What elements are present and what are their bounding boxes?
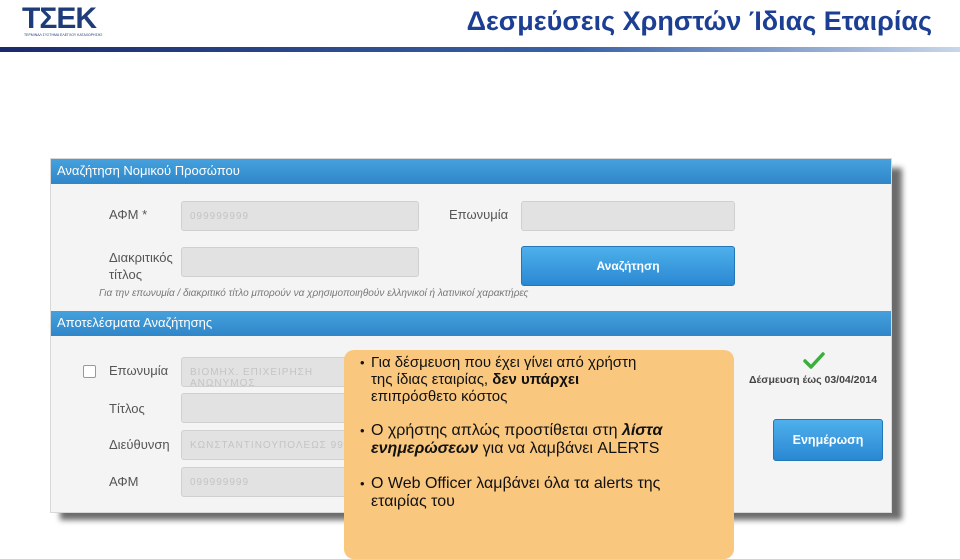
result-titlos-label: Τίτλος (109, 401, 145, 416)
update-button[interactable]: Ενημέρωση (773, 419, 883, 461)
search-hint: Για την επωνυμία / διακριτικό τίτλο μπορ… (99, 288, 529, 299)
diakritikos-label: Διακριτικός τίτλος (109, 249, 173, 283)
result-dieuthinsi-field: ΚΩΝΣΤΑΝΤΙΝΟΥΠΟΛΕΩΣ 99 (181, 430, 361, 460)
result-dieuthinsi-label: Διεύθυνση (109, 437, 170, 452)
callout-emphasis: λίστα (621, 422, 663, 439)
result-eponymia-label: Επωνυμία (109, 363, 169, 378)
diakritikos-label-line1: Διακριτικός (109, 250, 173, 265)
callout-bullet-3: • Ο Web Officer λαμβάνει όλα τα alerts τη… (360, 475, 734, 511)
logo: ΤΣΕΚ ΤΕΡΜΙΝΑΛ ΣΥΣΤΗΜΑ ΕΛΕΓΧΟΥ ΚΑΤΑΧΩΡΗΣΗ… (22, 2, 112, 40)
callout-text: Ο χρήστης απλώς προστίθεται στη (371, 422, 622, 439)
search-button[interactable]: Αναζήτηση (521, 246, 735, 286)
result-eponymia-field: ΒΙΟΜΗΧ. ΕΠΙΧΕΙΡΗΣΗ ΑΝΩΝΥΜΟΣ (181, 357, 361, 387)
callout-line: • Ο Web Officer λαμβάνει όλα τα alerts τη… (360, 475, 734, 493)
bullet-dot: • (360, 355, 365, 370)
callout-text: επιπρόσθετο κόστος (371, 388, 508, 405)
callout-emphasis: ενημερώσεων (371, 440, 479, 457)
eponymia-input[interactable] (521, 201, 735, 231)
callout-emphasis: δεν υπάρχει (492, 371, 580, 388)
bullet-dot: • (360, 476, 365, 491)
callout-line: • Ο χρήστης απλώς προστίθεται στη λίστα (360, 422, 734, 440)
result-titlos-field (181, 393, 361, 423)
result-afm-field: 099999999 (181, 467, 361, 497)
logo-subtext: ΤΕΡΜΙΝΑΛ ΣΥΣΤΗΜΑ ΕΛΕΓΧΟΥ ΚΑΤΑΧΩΡΗΣΗΣ (24, 33, 103, 37)
callout-line: της ίδιας εταιρίας, δεν υπάρχει (360, 371, 734, 388)
callout-line: • Για δέσμευση που έχει γίνει από χρήστη (360, 354, 734, 371)
logo-text: ΤΣΕΚ (22, 2, 97, 35)
callout-line: επιπρόσθετο κόστος (360, 388, 734, 405)
callout-bullet-1: • Για δέσμευση που έχει γίνει από χρήστη … (360, 354, 734, 405)
header-rule (0, 47, 960, 52)
callout-text: της ίδιας εταιρίας, (371, 371, 493, 388)
eponymia-label: Επωνυμία (449, 207, 509, 222)
page-title: Δεσμεύσεις Χρηστών Ίδιας Εταιρίας (466, 6, 932, 36)
callout-text: για να λαμβάνει ALERTS (478, 440, 660, 457)
result-afm-label: ΑΦΜ (109, 474, 139, 489)
search-section-header: Αναζήτηση Νομικού Προσώπου (51, 159, 891, 184)
callout-text: Ο Web Officer λαμβάνει όλα τα alerts της (371, 475, 661, 492)
info-callout: • Για δέσμευση που έχει γίνει από χρήστη … (344, 350, 734, 559)
callout-line: ενημερώσεων για να λαμβάνει ALERTS (360, 440, 734, 458)
afm-label: ΑΦΜ * (109, 207, 148, 222)
select-checkbox[interactable] (83, 365, 96, 378)
callout-bullet-2: • Ο χρήστης απλώς προστίθεται στη λίστα ε… (360, 422, 734, 458)
diakritikos-input[interactable] (181, 247, 419, 277)
check-icon (803, 352, 825, 369)
callout-text: Για δέσμευση που έχει γίνει από χρήστη (371, 354, 637, 371)
commit-until-text: Δέσμευση έως 03/04/2014 (749, 374, 878, 386)
afm-input[interactable]: 099999999 (181, 201, 419, 231)
callout-line: εταιρίας του (360, 493, 734, 511)
results-section-header: Αποτελέσματα Αναζήτησης (51, 311, 891, 336)
diakritikos-label-line2: τίτλος (109, 267, 142, 282)
bullet-dot: • (360, 423, 365, 438)
callout-text: εταιρίας του (371, 493, 455, 510)
